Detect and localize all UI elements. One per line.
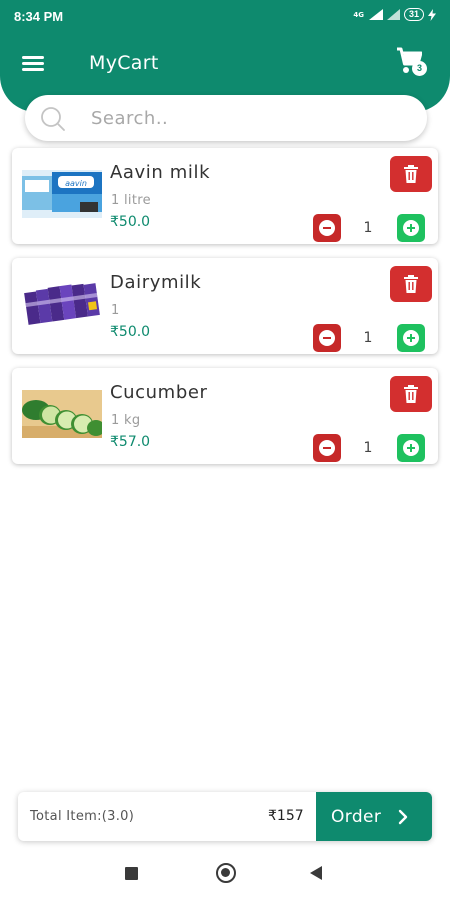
trash-icon — [404, 275, 418, 293]
product-quantity: 1 litre — [111, 193, 151, 208]
search-input[interactable] — [91, 104, 411, 132]
recent-apps-icon[interactable] — [125, 867, 138, 880]
product-price: ₹50.0 — [110, 214, 151, 230]
svg-text:aavin: aavin — [65, 179, 87, 188]
checkout-bar: Total Item:(3.0) ₹157 Order — [18, 792, 432, 841]
item-count: 1 — [363, 220, 373, 236]
product-quantity: 1 — [111, 303, 120, 318]
search-bar[interactable] — [25, 95, 427, 141]
home-icon[interactable] — [216, 863, 236, 883]
battery-icon: 31 — [403, 8, 424, 21]
charging-icon — [428, 8, 436, 21]
order-button[interactable]: Order — [316, 792, 432, 841]
product-name: Cucumber — [110, 382, 208, 403]
cart-item: Dairymilk 1 ₹50.0 1 — [12, 258, 438, 354]
product-price: ₹50.0 — [110, 324, 151, 340]
status-time: 8:34 PM — [14, 9, 64, 24]
milk-pack-image: aavin — [22, 170, 102, 218]
decrement-button[interactable] — [313, 434, 341, 462]
product-name: Aavin milk — [110, 162, 211, 183]
network-type: 4G — [353, 10, 364, 19]
product-image-milk: aavin — [22, 170, 102, 218]
order-button-label: Order — [331, 806, 382, 827]
total-items-label: Total Item:(3.0) — [30, 809, 135, 824]
decrement-button[interactable] — [313, 324, 341, 352]
product-image-cucumber — [22, 390, 102, 438]
status-icons: 4G 31 — [353, 8, 436, 21]
back-icon[interactable] — [310, 866, 322, 880]
menu-icon-bar — [22, 56, 44, 59]
increment-button[interactable] — [397, 214, 425, 242]
menu-icon-bar — [22, 62, 44, 65]
status-bar: 8:34 PM 4G 31 — [0, 0, 450, 32]
menu-icon-bar — [22, 68, 44, 71]
delete-button[interactable] — [390, 376, 432, 412]
cart-button[interactable]: 3 — [396, 46, 432, 80]
delete-button[interactable] — [390, 156, 432, 192]
plus-icon — [403, 330, 419, 346]
trash-icon — [404, 385, 418, 403]
chocolate-bars-image — [22, 280, 102, 328]
plus-icon — [403, 440, 419, 456]
system-navigation-bar — [0, 848, 450, 900]
product-price: ₹57.0 — [110, 434, 151, 450]
chevron-right-icon — [398, 809, 408, 825]
plus-icon — [403, 220, 419, 236]
wifi-signal-icon — [386, 9, 400, 20]
minus-icon — [319, 440, 335, 456]
page-title: MyCart — [89, 52, 159, 74]
increment-button[interactable] — [397, 434, 425, 462]
decrement-button[interactable] — [313, 214, 341, 242]
trash-icon — [404, 165, 418, 183]
search-icon — [41, 107, 65, 131]
item-count: 1 — [363, 440, 373, 456]
product-name: Dairymilk — [110, 272, 202, 293]
cart-count-badge: 3 — [412, 61, 427, 76]
total-price: ₹157 — [268, 808, 304, 824]
product-image-dairymilk — [22, 280, 102, 328]
delete-button[interactable] — [390, 266, 432, 302]
item-count: 1 — [363, 330, 373, 346]
cucumber-slices-image — [22, 390, 102, 438]
product-quantity: 1 kg — [111, 413, 141, 428]
battery-level: 31 — [408, 9, 419, 19]
minus-icon — [319, 220, 335, 236]
menu-icon[interactable] — [22, 56, 44, 72]
minus-icon — [319, 330, 335, 346]
cart-item: Cucumber 1 kg ₹57.0 1 — [12, 368, 438, 464]
signal-icon — [368, 9, 383, 20]
cart-item: aavin Aavin milk 1 litre ₹50.0 1 — [12, 148, 438, 244]
increment-button[interactable] — [397, 324, 425, 352]
